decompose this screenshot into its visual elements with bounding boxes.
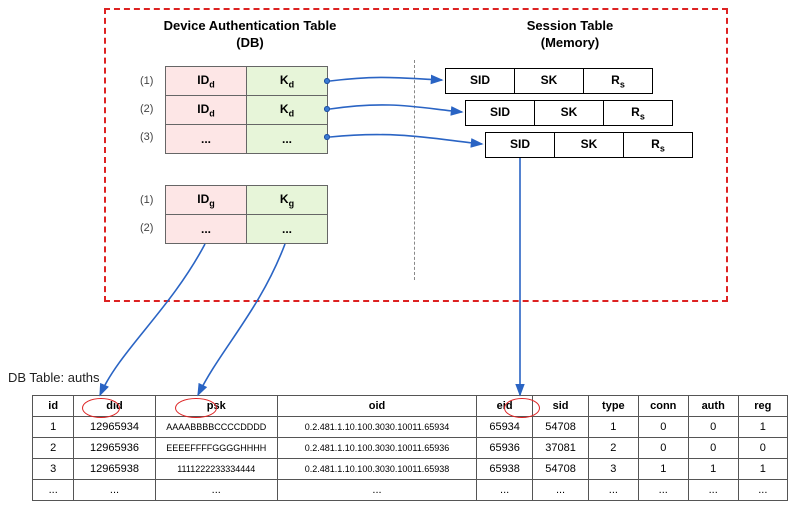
cell-k: Kd xyxy=(247,67,328,96)
th-conn: conn xyxy=(638,396,688,417)
table-header-row: id did psk oid eid sid type conn auth re… xyxy=(33,396,788,417)
sess-cell-sk: SK xyxy=(535,100,604,126)
table-row: 2 12965936 EEEEFFFFGGGGHHHH 0.2.481.1.10… xyxy=(33,438,788,459)
sess-cell-sid: SID xyxy=(465,100,535,126)
table-row: ... ... xyxy=(166,215,328,244)
table-row: IDd Kd xyxy=(166,67,328,96)
row-label-d3: (3) xyxy=(140,131,153,143)
sess-title-line1: Session Table xyxy=(527,18,613,33)
auth-title-line2: (DB) xyxy=(236,35,263,50)
cell-id: ... xyxy=(166,215,247,244)
th-sid: sid xyxy=(533,396,589,417)
table-row: IDg Kg xyxy=(166,186,328,215)
table-row: 3 12965938 1111222233334444 0.2.481.1.10… xyxy=(33,459,788,480)
sess-cell-sid: SID xyxy=(445,68,515,94)
table-row: 1 12965934 AAAABBBBCCCCDDDD 0.2.481.1.10… xyxy=(33,417,788,438)
cell-id: ... xyxy=(166,125,247,154)
th-did: did xyxy=(74,396,155,417)
cell-k: ... xyxy=(247,125,328,154)
th-reg: reg xyxy=(738,396,787,417)
th-oid: oid xyxy=(277,396,476,417)
table-row: IDd Kd xyxy=(166,96,328,125)
th-type: type xyxy=(588,396,638,417)
sess-cell-rs: Rs xyxy=(584,68,653,94)
sess-cell-rs: Rs xyxy=(624,132,693,158)
table-row: ... ... ... ... ... ... ... ... ... ... xyxy=(33,480,788,501)
auth-title-line1: Device Authentication Table xyxy=(164,18,337,33)
session-row: SID SK Rs xyxy=(465,100,673,126)
row-label-g2: (2) xyxy=(140,222,153,234)
row-label-d2: (2) xyxy=(140,103,153,115)
auth-table-d: IDd Kd IDd Kd ... ... xyxy=(165,66,328,154)
auths-table: id did psk oid eid sid type conn auth re… xyxy=(32,395,788,501)
row-label-g1: (1) xyxy=(140,194,153,206)
th-psk: psk xyxy=(155,396,277,417)
sess-cell-sid: SID xyxy=(485,132,555,158)
cell-id: IDd xyxy=(166,96,247,125)
auth-table-title: Device Authentication Table (DB) xyxy=(130,18,370,52)
auth-table-g: IDg Kg ... ... xyxy=(165,185,328,244)
sess-title-line2: (Memory) xyxy=(541,35,600,50)
cell-k: Kd xyxy=(247,96,328,125)
row-label-d1: (1) xyxy=(140,75,153,87)
cell-k: Kg xyxy=(247,186,328,215)
cell-k: ... xyxy=(247,215,328,244)
table-row: ... ... xyxy=(166,125,328,154)
connector-dot xyxy=(324,134,330,140)
session-table-title: Session Table (Memory) xyxy=(460,18,680,52)
cell-id: IDd xyxy=(166,67,247,96)
session-row: SID SK Rs xyxy=(445,68,653,94)
session-row: SID SK Rs xyxy=(485,132,693,158)
db-table-label: DB Table: auths xyxy=(8,370,100,385)
th-auth: auth xyxy=(688,396,738,417)
vertical-separator xyxy=(414,60,415,280)
sess-cell-sk: SK xyxy=(515,68,584,94)
sess-cell-sk: SK xyxy=(555,132,624,158)
sess-cell-rs: Rs xyxy=(604,100,673,126)
th-eid: eid xyxy=(477,396,533,417)
connector-dot xyxy=(324,106,330,112)
connector-dot xyxy=(324,78,330,84)
cell-id: IDg xyxy=(166,186,247,215)
th-id: id xyxy=(33,396,74,417)
